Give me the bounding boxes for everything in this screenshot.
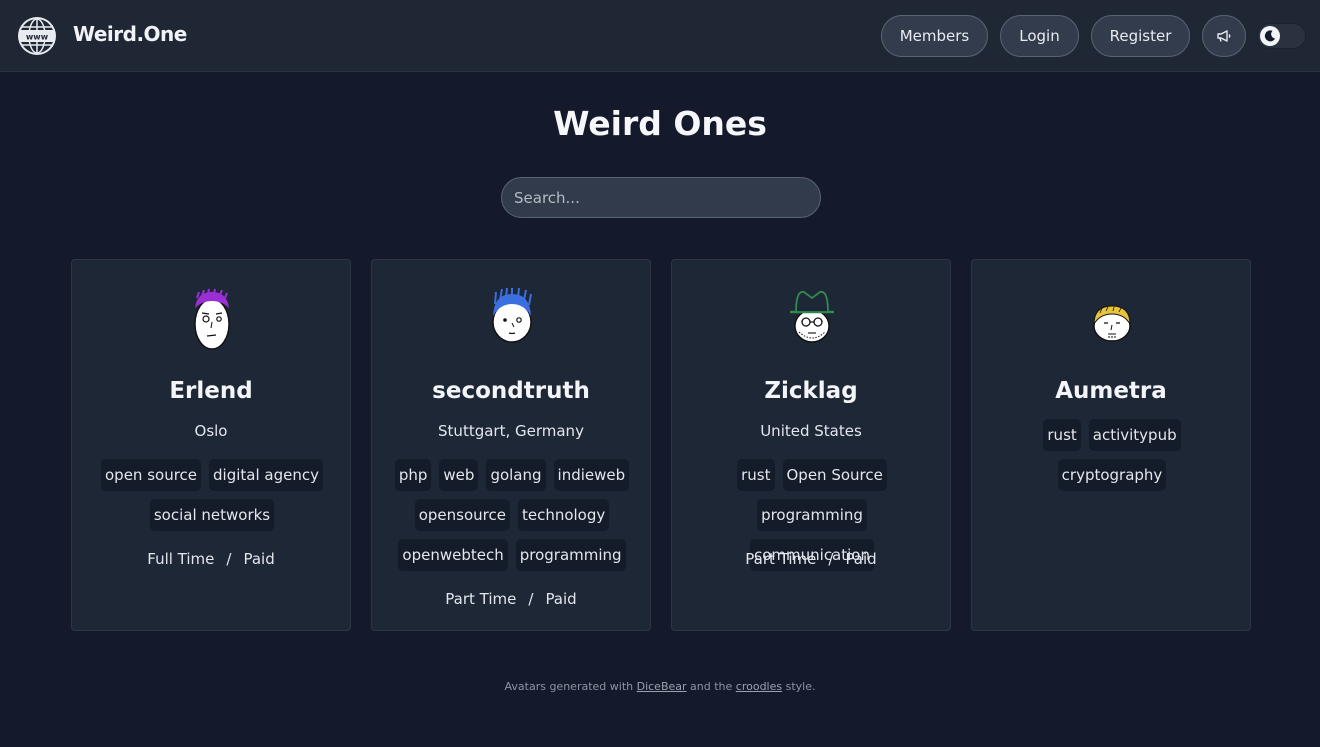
tag[interactable]: programming xyxy=(757,499,867,531)
dicebear-link[interactable]: DiceBear xyxy=(637,680,687,693)
avatar xyxy=(790,290,834,343)
member-card[interactable]: Zicklag United States rust Open Source p… xyxy=(671,259,951,631)
tag-list: php web golang indieweb opensource techn… xyxy=(392,459,632,571)
tag[interactable]: php xyxy=(394,459,432,491)
member-card[interactable]: secondtruth Stuttgart, Germany php web g… xyxy=(371,259,651,631)
work-hours: Full Time xyxy=(147,550,215,568)
avatar xyxy=(492,287,532,343)
separator: / xyxy=(528,590,534,608)
tag[interactable]: digital agency xyxy=(209,459,323,491)
tag[interactable]: programming xyxy=(515,539,626,571)
brand-name[interactable]: Weird.One xyxy=(73,22,187,46)
tag-list: open source digital agency social networ… xyxy=(92,459,332,531)
compensation: Paid xyxy=(845,550,877,568)
tag[interactable]: rust xyxy=(737,459,775,491)
register-button[interactable]: Register xyxy=(1091,15,1190,57)
tag[interactable]: cryptography xyxy=(1057,459,1167,491)
member-card[interactable]: Erlend Oslo open source digital agency s… xyxy=(71,259,351,631)
work-hours: Part Time xyxy=(745,550,817,568)
member-card[interactable]: Aumetra rust activitypub cryptography xyxy=(971,259,1251,631)
tag[interactable]: web xyxy=(439,459,479,491)
footer-middle: and the xyxy=(690,680,733,693)
footer-credits: Avatars generated with DiceBear and the … xyxy=(0,680,1320,693)
members-button[interactable]: Members xyxy=(881,15,988,57)
login-button[interactable]: Login xyxy=(1000,15,1079,57)
megaphone-icon xyxy=(1217,30,1231,42)
tag[interactable]: open source xyxy=(101,459,202,491)
work-type: Full Time / Paid xyxy=(72,550,350,568)
member-location: United States xyxy=(760,422,862,440)
footer-suffix: style. xyxy=(785,680,816,693)
tag[interactable]: opensource xyxy=(414,499,510,531)
toggle-knob xyxy=(1260,26,1280,46)
separator: / xyxy=(226,550,232,568)
tag[interactable]: technology xyxy=(517,499,610,531)
theme-toggle[interactable] xyxy=(1257,23,1306,49)
work-type: Part Time / Paid xyxy=(672,550,950,568)
compensation: Paid xyxy=(545,590,577,608)
top-navbar: www Weird.One Members Login Register xyxy=(0,0,1320,72)
member-name[interactable]: Aumetra xyxy=(972,378,1250,404)
member-name[interactable]: Zicklag xyxy=(672,378,950,404)
tag[interactable]: indieweb xyxy=(553,459,630,491)
logo-text: www xyxy=(26,33,49,42)
croodles-link[interactable]: croodles xyxy=(736,680,782,693)
avatar xyxy=(1093,305,1131,342)
globe-logo-icon[interactable]: www xyxy=(16,15,58,57)
tag-list: rust activitypub cryptography xyxy=(992,419,1232,491)
compensation: Paid xyxy=(243,550,275,568)
avatar xyxy=(194,288,230,350)
tag[interactable]: rust xyxy=(1043,419,1081,451)
work-type: Part Time / Paid xyxy=(372,590,650,608)
work-hours: Part Time xyxy=(445,590,517,608)
page-title: Weird Ones xyxy=(553,104,767,143)
tag[interactable]: activitypub xyxy=(1088,419,1181,451)
announcements-button[interactable] xyxy=(1202,15,1246,57)
member-name[interactable]: Erlend xyxy=(72,378,350,404)
tag[interactable]: openwebtech xyxy=(398,539,508,571)
tag[interactable]: golang xyxy=(486,459,546,491)
tag[interactable]: Open Source xyxy=(782,459,887,491)
member-name[interactable]: secondtruth xyxy=(372,378,650,404)
footer-prefix: Avatars generated with xyxy=(504,680,634,693)
separator: / xyxy=(828,550,834,568)
search-input[interactable] xyxy=(501,177,821,218)
tag[interactable]: social networks xyxy=(149,499,275,531)
member-location: Stuttgart, Germany xyxy=(438,422,584,440)
member-location: Oslo xyxy=(194,422,228,440)
moon-icon xyxy=(1264,30,1276,42)
